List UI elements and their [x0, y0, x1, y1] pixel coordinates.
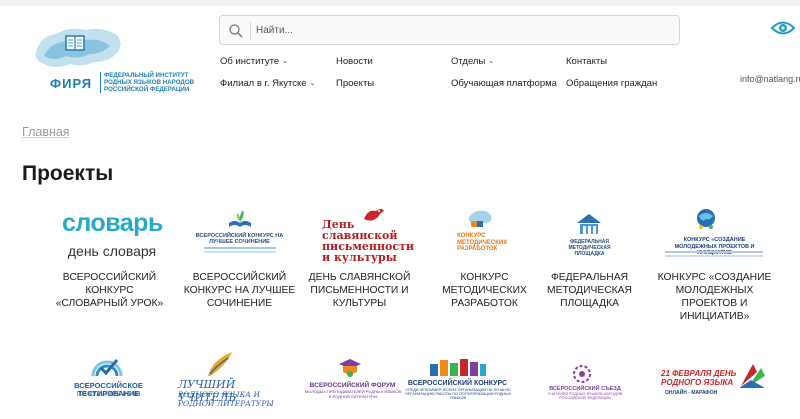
project-label: День славянской письменности и культуры [308, 272, 411, 309]
logo-line [665, 255, 763, 257]
project-card[interactable]: ВСЕРОССИЙСКИЙ КОНКУРС НА ЛУЧШЕЕ СОЧИНЕНИ… [182, 205, 297, 310]
project-logo: ВСЕРОССИЙСКИЙ КОНКУРС СРЕДИ НЕКОММЕРЧЕСК… [400, 350, 515, 412]
project-card[interactable]: ФЕДЕРАЛЬНАЯ МЕТОДИЧЕСКАЯ ПЛОЩАДКА Федера… [532, 205, 647, 310]
site-logo[interactable]: ФИРЯ Федеральный институт родных языков … [30, 22, 200, 94]
logo-title: ВСЕРОССИЙСКИЙ ФОРУМ [309, 382, 396, 389]
top-strip [0, 0, 800, 6]
search-input[interactable] [256, 20, 666, 40]
project-logo: КОНКУРС «СОЗДАНИЕ МОЛОДЕЖНЫХ ПРОЕКТОВ И … [657, 205, 772, 267]
logo-subtitle: СРЕДИ НЕКОММЕРЧЕСКИХ ОРГАНИЗАЦИЙ НА ЛУЧШ… [404, 388, 512, 401]
graduation-cap-icon [339, 359, 361, 377]
contact-email-link[interactable]: info@natlang.ru [740, 74, 800, 84]
project-label: Всероссийский конкурс на лучшее сочинени… [183, 272, 296, 309]
quill-pen-icon [208, 352, 232, 376]
search-icon[interactable] [228, 23, 244, 39]
project-card[interactable]: День славянской письменности и культуры … [302, 205, 417, 310]
logo-line [204, 247, 276, 249]
project-logo: ВСЕРОССИЙСКИЙ СЪЕЗД УЧИТЕЛЕЙ РОДНЫХ ЯЗЫК… [527, 350, 642, 412]
open-book-sprout-icon [229, 210, 251, 227]
project-logo: ВСЕРОССИЙСКИЙ КОНКУРС НА ЛУЧШЕЕ СОЧИНЕНИ… [182, 205, 297, 267]
project-logo: ВСЕРОССИЙСКИЙ ФОРУМ МОЛОДЫХ ПРЕПОДАВАТЕЛ… [295, 350, 410, 412]
nav-learning-platform[interactable]: Обучающая платформа [451, 78, 557, 89]
nav-departments-label: Отделы [451, 56, 486, 67]
nav-contacts[interactable]: Контакты [566, 56, 607, 67]
visually-impaired-eye-icon[interactable] [770, 18, 796, 38]
chevron-down-icon: ⌄ [488, 58, 495, 65]
project-logo: КОНКУРС МЕТОДИЧЕСКИХ РАЗРАБОТОК [427, 205, 542, 267]
project-card[interactable]: ЛУЧШИЙ УЧИТЕЛЬ РОДНОГО ЯЗЫКА И РОДНОЙ ЛИ… [170, 350, 285, 412]
chevron-down-icon: ⌄ [282, 58, 289, 65]
arrows-logo-icon [739, 364, 765, 388]
search-bar[interactable] [219, 15, 680, 45]
logo-title: КОНКУРС МЕТОДИЧЕСКИХ РАЗРАБОТОК [457, 233, 508, 252]
building-book-icon [577, 214, 601, 234]
logo-line [204, 251, 276, 253]
nav-projects[interactable]: Проекты [336, 78, 374, 89]
nav-citizen-appeals[interactable]: Обращения граждан [566, 78, 657, 89]
project-logo: словарь день словаря [52, 205, 167, 267]
project-card[interactable]: КОНКУРС «СОЗДАНИЕ МОЛОДЕЖНЫХ ПРОЕКТОВ И … [657, 205, 772, 323]
project-label: Федеральная методическая площадка [547, 272, 632, 309]
logo-title: ФЕДЕРАЛЬНАЯ МЕТОДИЧЕСКАЯ ПЛОЩАДКА [568, 239, 611, 257]
project-label: Конкурс «Создание молодежных проектов и … [657, 272, 772, 322]
project-logo: ВСЕРОССИЙСКОЕ ТЕСТИРОВАНИЕ ПО КУЛЬТУРЕ Р… [52, 350, 167, 412]
nav-branch-label: Филиал в г. Якутске [220, 78, 307, 89]
logo-title: КОНКУРС «СОЗДАНИЕ МОЛОДЕЖНЫХ ПРОЕКТОВ И … [674, 237, 755, 256]
project-logo: День славянской письменности и культуры [302, 205, 417, 267]
logo-subtitle: МОЛОДЫХ ПРЕПОДАВАТЕЛЕЙ РОДНЫХ ЯЗЫКОВ И Р… [304, 389, 402, 399]
logo-title: День славянской письменности и культуры [322, 218, 415, 264]
project-logo: ФЕДЕРАЛЬНАЯ МЕТОДИЧЕСКАЯ ПЛОЩАДКА [532, 205, 647, 267]
project-label: Конкурс методических разработок [442, 272, 527, 309]
project-card[interactable]: КОНКУРС МЕТОДИЧЕСКИХ РАЗРАБОТОК Конкурс … [427, 205, 542, 310]
logo-subtitle: день словаря [67, 243, 157, 259]
logo-title: словарь [62, 209, 163, 237]
map-cubes-icon [468, 210, 492, 227]
nav-branch-yakutsk[interactable]: Филиал в г. Якутске ⌄ [220, 78, 315, 89]
logo-title: 21 ФЕВРАЛЯ ДЕНЬ РОДНОГО ЯЗЫКА [661, 369, 737, 387]
logo-subtitle: УЧИТЕЛЕЙ РОДНЫХ ЯЗЫКОВ НАРОДОВ РОССИЙСКО… [547, 392, 623, 401]
project-label: Всероссийский конкурс «Словарный урок» [55, 272, 164, 309]
project-logo: 21 ФЕВРАЛЯ ДЕНЬ РОДНОГО ЯЗЫКА ОНЛАЙН - М… [657, 350, 772, 412]
search-divider [250, 22, 251, 40]
logo-line [665, 251, 763, 253]
sun-check-icon [91, 359, 123, 377]
breadcrumb-home[interactable]: Главная [22, 125, 70, 139]
globe-people-icon [697, 209, 715, 229]
project-card[interactable]: 21 ФЕВРАЛЯ ДЕНЬ РОДНОГО ЯЗЫКА ОНЛАЙН - М… [657, 350, 772, 412]
logo-subtitle: ОНЛАЙН - МАРАФОН [665, 390, 718, 396]
logo-caption: Федеральный институт родных языков народ… [100, 72, 210, 93]
nav-departments[interactable]: Отделы ⌄ [451, 56, 494, 67]
logo-wordmark: ФИРЯ [50, 76, 93, 91]
logo-title: ВСЕРОССИЙСКИЙ КОНКУРС [407, 380, 508, 387]
project-card[interactable]: словарь день словаря Всероссийский конку… [52, 205, 167, 310]
project-card[interactable]: ВСЕРОССИЙСКИЙ СЪЕЗД УЧИТЕЛЕЙ РОДНЫХ ЯЗЫК… [527, 350, 642, 412]
project-card[interactable]: ВСЕРОССИЙСКИЙ КОНКУРС СРЕДИ НЕКОММЕРЧЕСК… [400, 350, 515, 412]
nav-news[interactable]: Новости [336, 56, 373, 67]
project-card[interactable]: ВСЕРОССИЙСКИЙ ФОРУМ МОЛОДЫХ ПРЕПОДАВАТЕЛ… [295, 350, 410, 412]
logo-title: ВСЕРОССИЙСКИЙ КОНКУРС НА ЛУЧШЕЕ СОЧИНЕНИ… [195, 233, 284, 245]
project-card[interactable]: ВСЕРОССИЙСКОЕ ТЕСТИРОВАНИЕ ПО КУЛЬТУРЕ Р… [52, 350, 167, 412]
nav-about-label: Об институте [220, 56, 280, 67]
nav-about[interactable]: Об институте ⌄ [220, 56, 288, 67]
ornament-flower-icon [573, 365, 591, 383]
project-logo: ЛУЧШИЙ УЧИТЕЛЬ РОДНОГО ЯЗЫКА И РОДНОЙ ЛИ… [170, 350, 285, 412]
logo-subtitle: РОДНОГО ЯЗЫКА И РОДНОЙ ЛИТЕРАТУРЫ [178, 390, 274, 408]
book-row-icon [430, 359, 486, 376]
chevron-down-icon: ⌄ [309, 80, 316, 87]
page-title: Проекты [22, 162, 114, 185]
logo-subtitle: ПО КУЛЬТУРЕ РЕЧИ [76, 391, 141, 398]
